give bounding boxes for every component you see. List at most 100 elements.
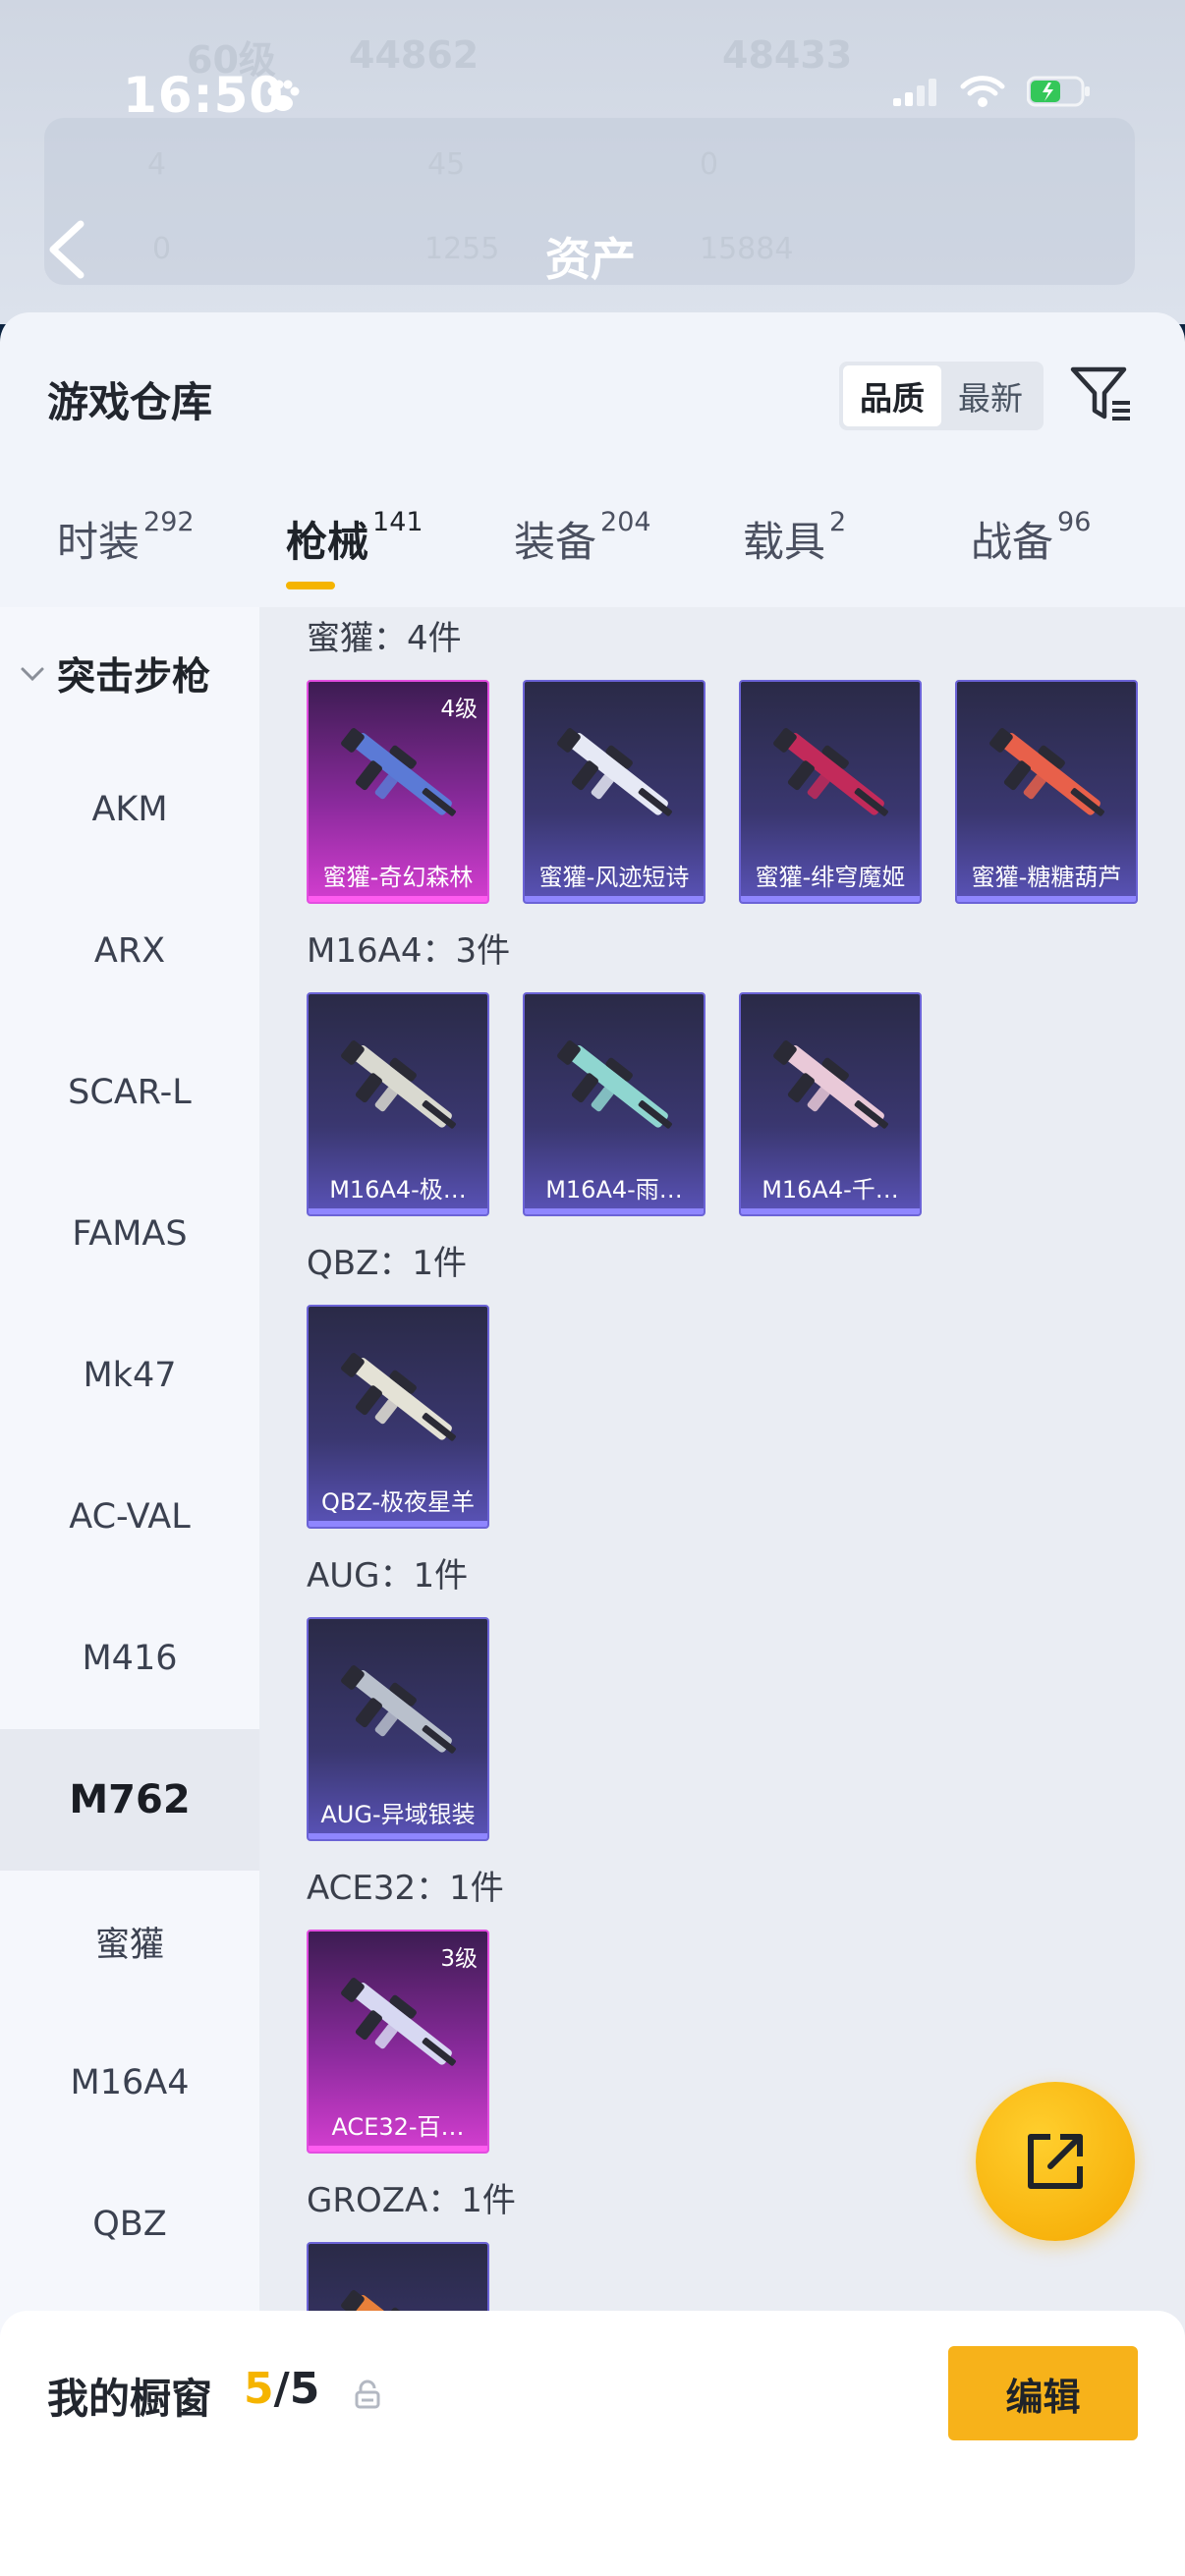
ghost-row2-a: 0 [152, 232, 172, 266]
ghost-row1-b: 45 [427, 147, 466, 182]
external-link-icon [1028, 2134, 1083, 2189]
weapon-art-icon [773, 728, 888, 816]
rarity-bar [525, 896, 704, 902]
skin-name: 蜜獾-绯穹魔姬 [755, 864, 906, 891]
skin-card[interactable]: QBZ-极夜星羊 [307, 1305, 489, 1529]
rarity-bar [309, 1208, 487, 1214]
sidebar-item-qbz[interactable]: QBZ [0, 2154, 259, 2295]
sidebar-item-famas[interactable]: FAMAS [0, 1163, 259, 1305]
sidebar-item-akm[interactable]: AKM [0, 739, 259, 880]
group-title: M16A4：3件 [307, 931, 511, 971]
app-root: 60级 44862 48433 4 45 0 0 1255 15884 16:5… [0, 0, 1185, 2576]
showcase-bar: 我的橱窗 5/5 编辑 [0, 2311, 1185, 2576]
status-icons [893, 75, 1092, 108]
skin-card[interactable]: 4级蜜獾-奇幻森林 [307, 680, 489, 904]
showcase-total: /5 [273, 2364, 320, 2414]
skin-level: 4级 [440, 697, 478, 722]
group-title: AUG：1件 [307, 1556, 469, 1596]
wifi-icon [960, 76, 1005, 107]
showcase-count: 5/5 [244, 2364, 319, 2414]
weapon-art-icon [341, 1040, 456, 1129]
chevron-down-icon [21, 667, 44, 682]
tab-fashion[interactable]: 时装 292 [57, 507, 195, 569]
showcase-current: 5 [244, 2364, 274, 2414]
skin-name: M16A4-极… [329, 1176, 467, 1204]
group-title: GROZA：1件 [307, 2181, 516, 2220]
sidebar-item-arx[interactable]: ARX [0, 880, 259, 1022]
category-tabs: 时装 292 枪械 141 装备 204 载具 2 战备 96 [0, 507, 1185, 617]
tab-count: 96 [1057, 507, 1092, 537]
skin-level: 3级 [440, 1946, 478, 1972]
skin-name: AUG-异域银装 [320, 1801, 476, 1828]
weapon-art-icon [557, 1040, 672, 1129]
weapon-skin-list: 蜜獾：4件 4级 蜜獾-奇幻森林 蜜獾-风迹短诗 蜜獾-绯穹魔姬 蜜獾-糖糖葫芦 … [259, 607, 1185, 2576]
ghost-row1-c: 0 [700, 147, 719, 182]
weapon-art-icon [341, 1665, 456, 1754]
tab-label: 装备 [514, 518, 597, 566]
sidebar-category-label: 突击步枪 [57, 655, 211, 700]
sidebar-item-honey-badger[interactable]: 蜜獾 [0, 1871, 259, 2012]
skin-name: M16A4-雨… [545, 1176, 683, 1204]
tab-active-indicator [286, 582, 335, 589]
group-title: ACE32：1件 [307, 1869, 504, 1908]
weapon-art-icon [341, 728, 456, 816]
share-fab[interactable] [976, 2082, 1135, 2241]
warehouse-sheet: 游戏仓库 品质 最新 时装 292 枪械 141 装备 204 载具 2 战备 … [0, 312, 1185, 2576]
skin-card[interactable]: 蜜獾-绯穹魔姬 [739, 680, 922, 904]
skin-card[interactable]: M16A4-雨… [523, 992, 705, 1216]
filter-icon[interactable] [1069, 362, 1134, 426]
skin-name: 蜜獾-奇幻森林 [322, 864, 474, 891]
sidebar-item-scar-l[interactable]: SCAR-L [0, 1022, 259, 1163]
ghost-row2-c: 15884 [700, 232, 794, 266]
sort-toggle: 品质 最新 [839, 362, 1044, 430]
sidebar-category[interactable]: 突击步枪 [0, 607, 259, 741]
tab-label: 战备 [971, 518, 1054, 566]
sidebar-item-mk47[interactable]: Mk47 [0, 1305, 259, 1446]
back-icon[interactable] [45, 218, 88, 281]
tab-tactical[interactable]: 战备 96 [971, 507, 1092, 569]
weapon-art-icon [341, 1978, 456, 2066]
skin-card[interactable]: M16A4-千… [739, 992, 922, 1216]
sidebar-item-m762[interactable]: M762 [0, 1729, 259, 1871]
weapon-art-icon [989, 728, 1104, 816]
showcase-label: 我的橱窗 [47, 2375, 213, 2423]
battery-icon [1027, 76, 1090, 107]
rarity-bar [309, 1521, 487, 1527]
weapon-art-icon [557, 728, 672, 816]
page-title: 资产 [545, 233, 636, 286]
skin-name: M16A4-千… [762, 1176, 899, 1204]
tab-count: 292 [143, 507, 195, 537]
sidebar-item-ac-val[interactable]: AC-VAL [0, 1446, 259, 1588]
skin-name: 蜜獾-糖糖葫芦 [971, 864, 1122, 891]
tab-count: 204 [600, 507, 651, 537]
warehouse-title: 游戏仓库 [47, 378, 213, 426]
ghost-row2-b: 1255 [424, 232, 500, 266]
sort-option-newest[interactable]: 最新 [941, 365, 1040, 426]
rarity-bar [741, 1208, 920, 1214]
tab-count: 2 [829, 507, 847, 537]
skin-name: 蜜獾-风迹短诗 [538, 864, 690, 891]
tab-firearms[interactable]: 枪械 141 [286, 507, 423, 569]
skin-card[interactable]: M16A4-极… [307, 992, 489, 1216]
sidebar-item-m16a4[interactable]: M16A4 [0, 2012, 259, 2154]
rarity-bar [309, 2146, 487, 2152]
skin-card[interactable]: AUG-异域银装 [307, 1617, 489, 1841]
tab-equipment[interactable]: 装备 204 [514, 507, 651, 569]
header-backdrop: 60级 44862 48433 4 45 0 0 1255 15884 16:5… [0, 0, 1185, 324]
group-title: 蜜獾：4件 [307, 619, 462, 658]
tab-vehicles[interactable]: 载具 2 [743, 507, 847, 569]
tab-count: 141 [372, 507, 423, 537]
group-title: QBZ：1件 [307, 1244, 468, 1283]
edit-button[interactable]: 编辑 [948, 2346, 1138, 2440]
weapon-art-icon [341, 1353, 456, 1441]
weapon-sidebar: 突击步枪 AKM ARX SCAR-L FAMAS Mk47 AC-VAL M4… [0, 607, 259, 2576]
rarity-bar [957, 896, 1136, 902]
skin-card[interactable]: 蜜獾-糖糖葫芦 [955, 680, 1138, 904]
skin-card[interactable]: 3级 ACE32-百… [307, 1930, 489, 2154]
skin-name: ACE32-百… [331, 2113, 465, 2141]
status-time: 16:50 [123, 67, 285, 124]
skin-card[interactable]: 蜜獾-风迹短诗 [523, 680, 705, 904]
sort-option-quality[interactable]: 品质 [843, 365, 941, 426]
tab-label: 枪械 [286, 518, 369, 566]
sidebar-item-m416[interactable]: M416 [0, 1588, 259, 1729]
